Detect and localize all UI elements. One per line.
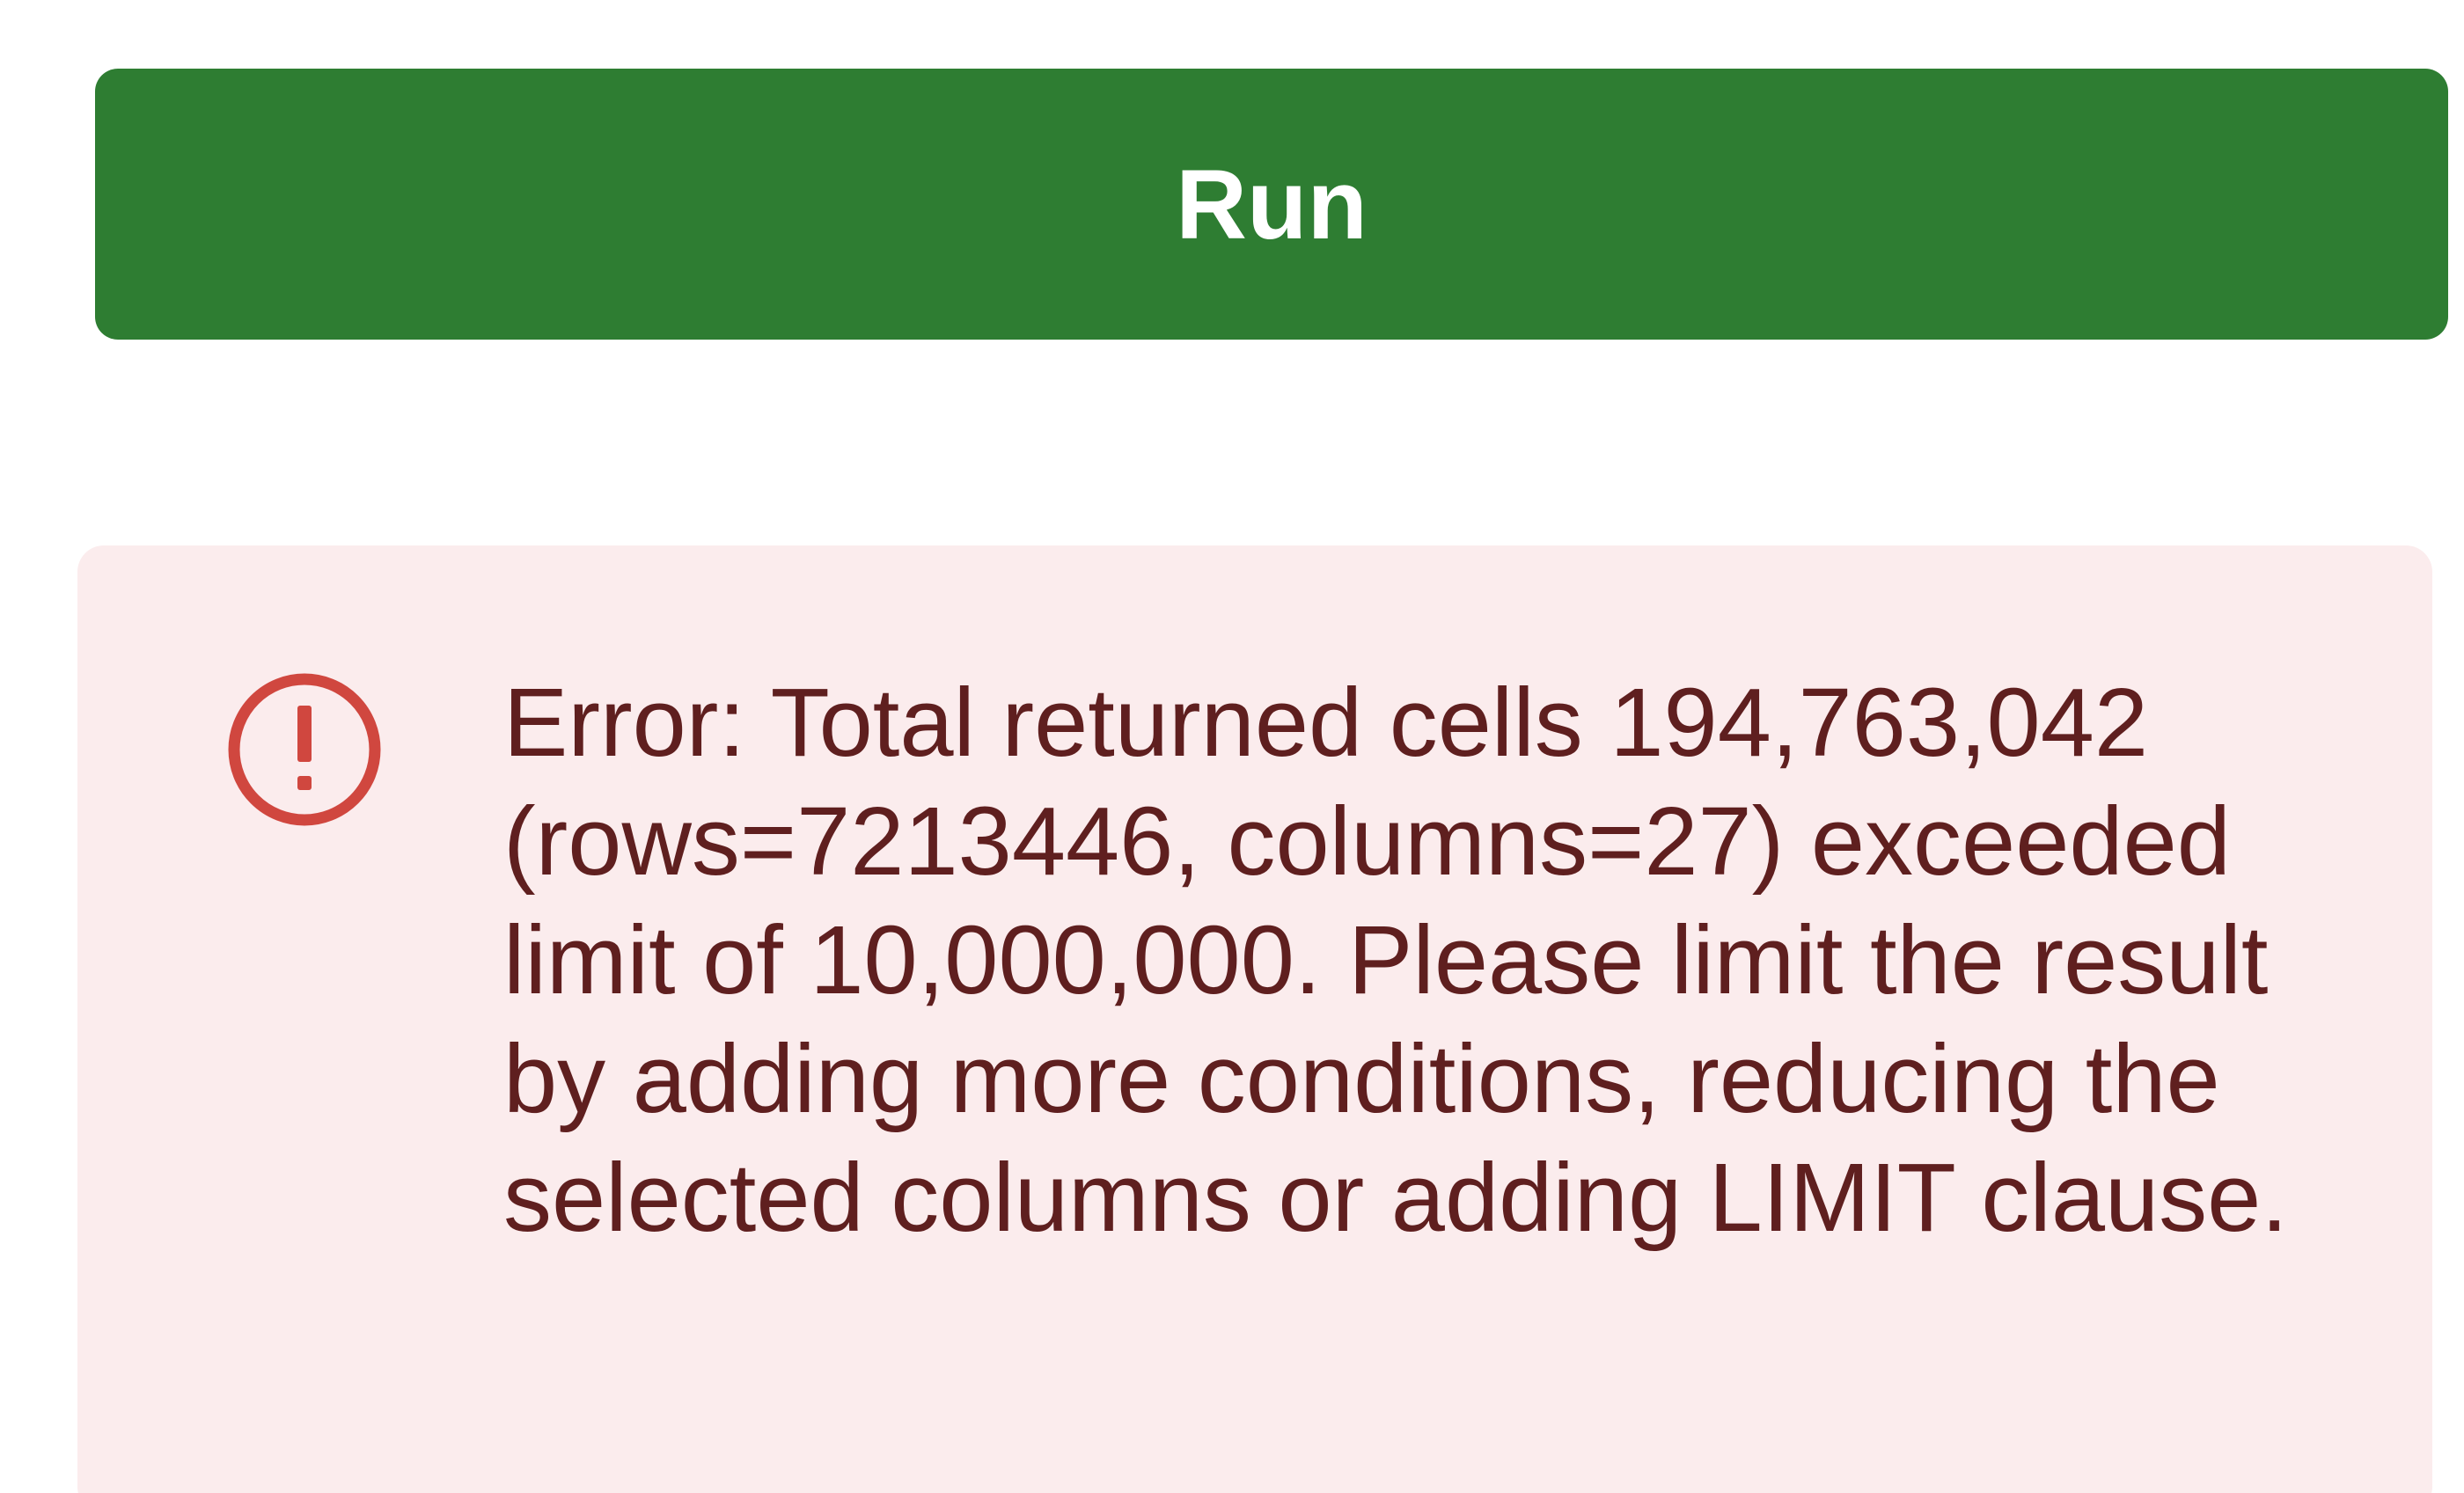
run-button[interactable]: Run [95,69,2448,340]
error-message: Error: Total returned cells 194,763,042 … [503,669,2288,1252]
query-run-area: Run Error: Total returned cells 194,763,… [0,0,2464,1493]
error-exclamation-circle-icon [227,672,382,827]
error-banner: Error: Total returned cells 194,763,042 … [77,545,2432,1493]
